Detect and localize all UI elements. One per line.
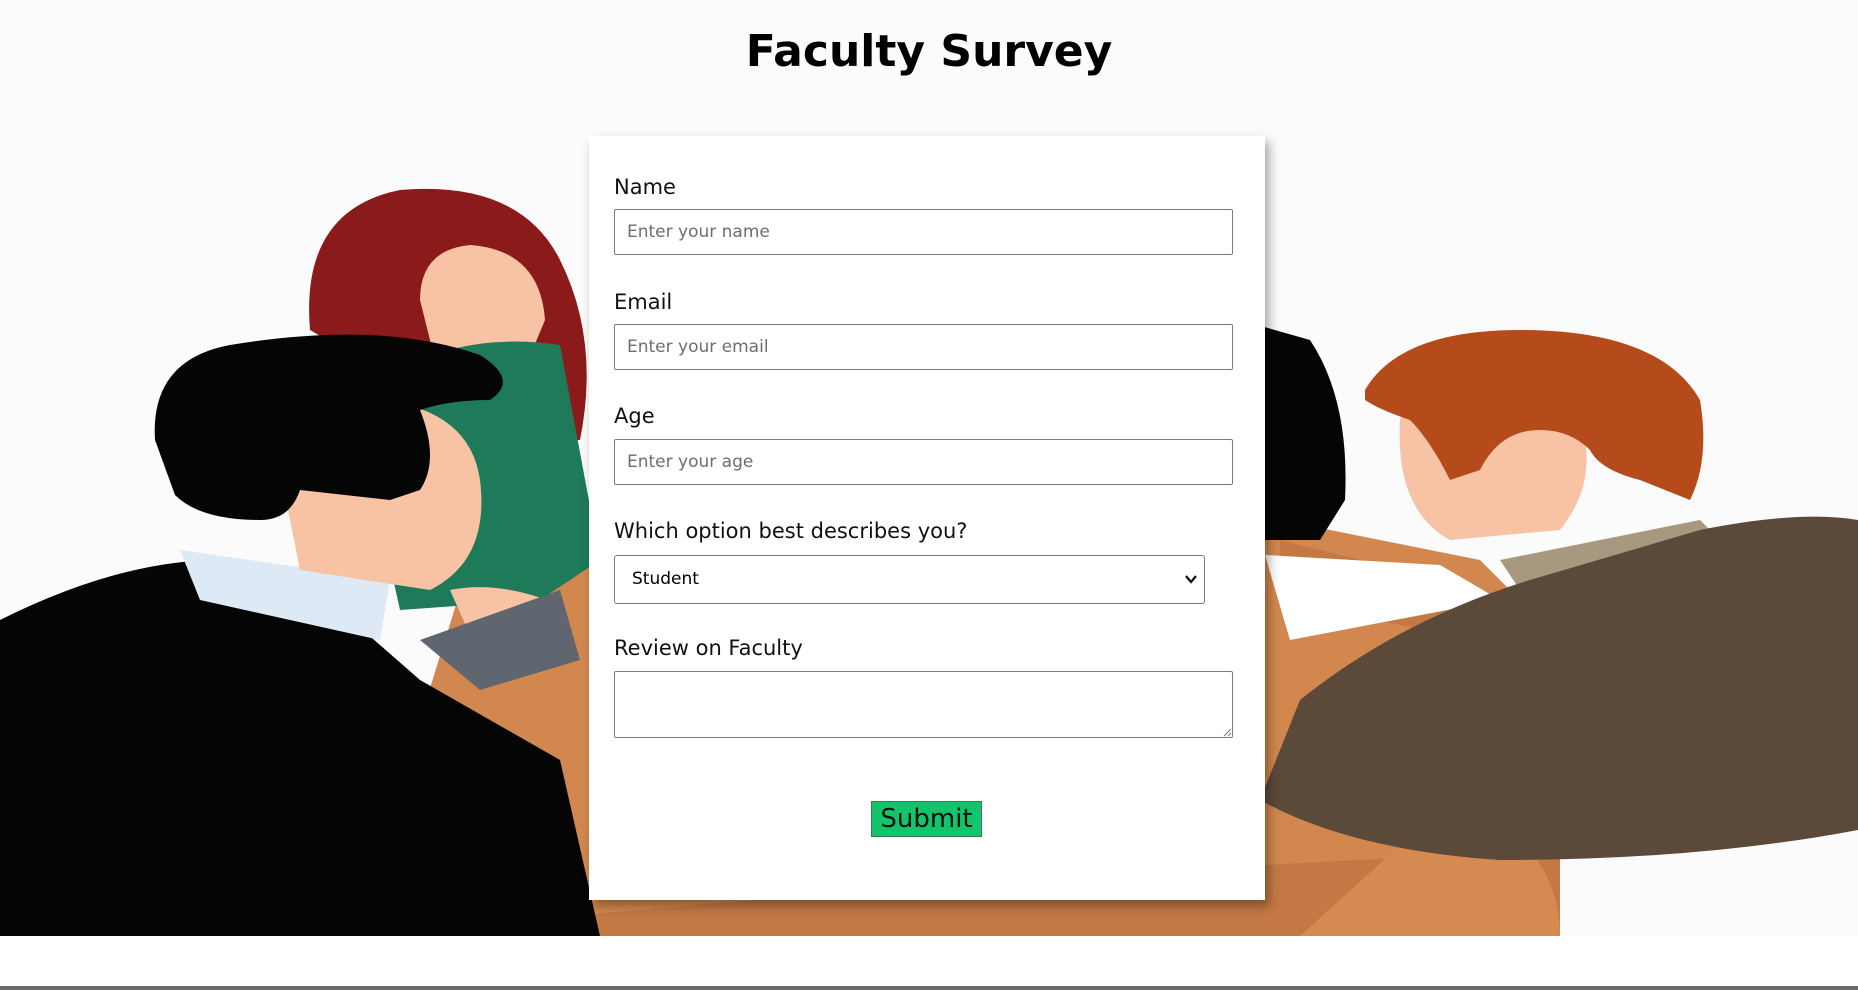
role-select[interactable]: Student <box>614 555 1205 604</box>
page-title: Faculty Survey <box>745 26 1113 77</box>
resize-handle-icon[interactable] <box>1222 727 1232 737</box>
bottom-border <box>0 986 1858 990</box>
age-label: Age <box>614 404 655 428</box>
role-label: Which option best describes you? <box>614 519 968 543</box>
email-input[interactable] <box>614 324 1233 370</box>
review-label: Review on Faculty <box>614 636 803 660</box>
survey-page: Faculty Survey Name Email Age Which opti… <box>0 0 1858 990</box>
name-input[interactable] <box>614 209 1233 255</box>
email-label: Email <box>614 290 673 314</box>
chevron-down-icon <box>1185 575 1197 584</box>
survey-form: Name Email Age Which option best describ… <box>589 136 1265 900</box>
review-textarea[interactable] <box>614 671 1233 738</box>
role-select-value: Student <box>632 569 699 589</box>
submit-button[interactable]: Submit <box>871 801 982 837</box>
name-label: Name <box>614 175 676 199</box>
age-input[interactable] <box>614 439 1233 485</box>
